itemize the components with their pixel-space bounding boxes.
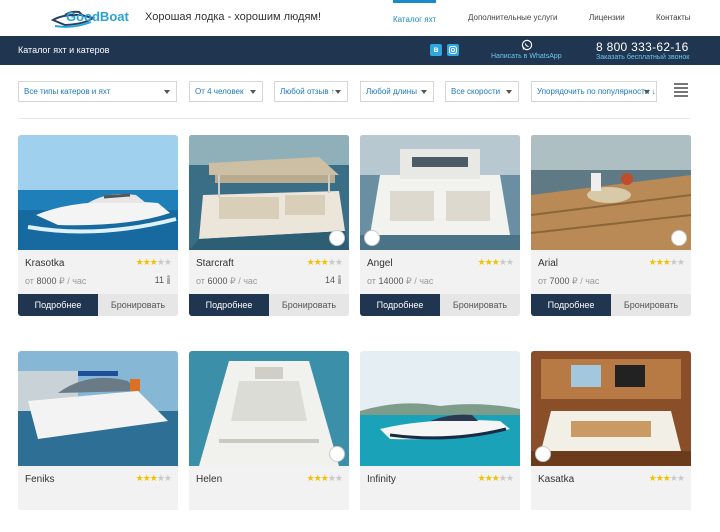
- price: от 6000 ₽ / час: [196, 276, 258, 286]
- yacht-photo[interactable]: [531, 351, 691, 466]
- filter-capacity-select[interactable]: От 4 человек: [189, 81, 263, 102]
- rating-stars: ★★★★★: [477, 473, 514, 483]
- filter-speed-select[interactable]: Все скорости: [445, 81, 519, 102]
- rating-stars: ★★★★★: [477, 257, 514, 267]
- book-button[interactable]: Бронировать: [440, 294, 520, 316]
- instagram-icon[interactable]: [447, 44, 459, 56]
- filter-type-select[interactable]: Все типы катеров и яхт: [18, 81, 177, 102]
- yacht-card: Arial ★★★★★ от 7000 ₽ / час Подробнее Бр…: [531, 135, 691, 316]
- rating-stars: ★★★★★: [306, 257, 343, 267]
- yacht-card: Helen ★★★★★: [189, 351, 349, 532]
- yacht-photo[interactable]: [189, 351, 349, 466]
- brand-badge-icon: [329, 230, 345, 246]
- filter-capacity-value: От 4 человек: [195, 87, 244, 96]
- card-info: Infinity ★★★★★: [360, 466, 520, 510]
- yacht-name[interactable]: Angel: [367, 258, 393, 269]
- person-icon: [167, 275, 170, 284]
- yacht-name[interactable]: Starcraft: [196, 258, 234, 269]
- brand-badge-icon: [671, 230, 687, 246]
- page-title: Каталог яхт и катеров: [18, 45, 110, 55]
- sort-select[interactable]: Упорядочить по популярности ↓: [531, 81, 657, 102]
- filter-rating-value: Любой отзыв ↑: [280, 87, 335, 96]
- card-info: Starcraft ★★★★★ от 6000 ₽ / час 14: [189, 250, 349, 294]
- book-button[interactable]: Бронировать: [98, 294, 178, 316]
- details-button[interactable]: Подробнее: [189, 294, 269, 316]
- card-info: Helen ★★★★★: [189, 466, 349, 510]
- details-button[interactable]: Подробнее: [18, 294, 98, 316]
- divider: [18, 118, 690, 119]
- brand-badge-icon: [535, 446, 551, 462]
- nav-extra-services[interactable]: Дополнительные услуги: [468, 0, 558, 36]
- price: от 14000 ₽ / час: [367, 276, 434, 286]
- list-view-icon[interactable]: [674, 83, 688, 99]
- whatsapp-icon[interactable]: [521, 39, 533, 51]
- yacht-photo[interactable]: [360, 351, 520, 466]
- details-button[interactable]: Подробнее: [531, 294, 611, 316]
- filter-length-select[interactable]: Любой длины: [360, 81, 434, 102]
- yacht-name[interactable]: Arial: [538, 258, 558, 269]
- sort-value: Упорядочить по популярности ↓: [537, 87, 656, 96]
- person-icon: [338, 275, 341, 284]
- yacht-card: Angel ★★★★★ от 14000 ₽ / час Подробнее Б…: [360, 135, 520, 316]
- catalog-bar: Каталог яхт и катеров в Написать в Whats…: [0, 36, 720, 65]
- filter-length-value: Любой длины: [366, 87, 417, 96]
- card-info: Kasatka ★★★★★: [531, 466, 691, 510]
- chevron-down-icon: [164, 90, 170, 94]
- yacht-name[interactable]: Krasotka: [25, 258, 64, 269]
- filter-type-value: Все типы катеров и яхт: [24, 87, 111, 96]
- details-button[interactable]: Подробнее: [360, 294, 440, 316]
- top-header: GoodBoat Хорошая лодка - хорошим людям! …: [0, 0, 720, 36]
- phone-number[interactable]: 8 800 333-62-16: [596, 40, 689, 54]
- rating-stars: ★★★★★: [135, 473, 172, 483]
- yacht-photo[interactable]: [18, 351, 178, 466]
- whatsapp-link[interactable]: Написать в WhatsApp: [491, 53, 562, 60]
- yacht-card: Infinity ★★★★★: [360, 351, 520, 532]
- card-info: Angel ★★★★★ от 14000 ₽ / час: [360, 250, 520, 294]
- card-info: Feniks ★★★★★: [18, 466, 178, 510]
- rating-stars: ★★★★★: [648, 473, 685, 483]
- rating-stars: ★★★★★: [306, 473, 343, 483]
- book-button[interactable]: Бронировать: [611, 294, 691, 316]
- price: от 7000 ₽ / час: [538, 276, 600, 286]
- nav-catalog[interactable]: Каталог яхт: [393, 0, 437, 36]
- yacht-card: Kasatka ★★★★★: [531, 351, 691, 532]
- card-info: Krasotka ★★★★★ от 8000 ₽ / час 11: [18, 250, 178, 294]
- yacht-card: Starcraft ★★★★★ от 6000 ₽ / час 14 Подро…: [189, 135, 349, 316]
- price: от 8000 ₽ / час: [25, 276, 87, 286]
- filter-rating-select[interactable]: Любой отзыв ↑: [274, 81, 348, 102]
- chevron-down-icon: [506, 90, 512, 94]
- slogan: Хорошая лодка - хорошим людям!: [145, 11, 322, 23]
- card-info: Arial ★★★★★ от 7000 ₽ / час: [531, 250, 691, 294]
- chevron-down-icon: [250, 90, 256, 94]
- chevron-down-icon: [335, 90, 341, 94]
- chevron-down-icon: [644, 90, 650, 94]
- brand-badge-icon: [364, 230, 380, 246]
- capacity: 14: [325, 275, 342, 285]
- brand-badge-icon: [329, 446, 345, 462]
- yacht-card: Feniks ★★★★★: [18, 351, 178, 532]
- yacht-photo[interactable]: [531, 135, 691, 250]
- chevron-down-icon: [421, 90, 427, 94]
- vk-icon[interactable]: в: [430, 44, 442, 56]
- rating-stars: ★★★★★: [648, 257, 685, 267]
- logo-text[interactable]: GoodBoat: [66, 9, 129, 24]
- rating-stars: ★★★★★: [135, 257, 172, 267]
- book-button[interactable]: Бронировать: [269, 294, 349, 316]
- filter-speed-value: Все скорости: [451, 87, 501, 96]
- yacht-photo[interactable]: [18, 135, 178, 250]
- capacity: 11: [155, 275, 171, 285]
- yacht-photo[interactable]: [189, 135, 349, 250]
- yacht-card: Krasotka ★★★★★ от 8000 ₽ / час 11 Подроб…: [18, 135, 178, 316]
- yacht-photo[interactable]: [360, 135, 520, 250]
- nav-licenses[interactable]: Лицензии: [589, 0, 625, 36]
- callback-link[interactable]: Заказать бесплатный звонок: [596, 54, 689, 61]
- nav-contacts[interactable]: Контакты: [656, 0, 691, 36]
